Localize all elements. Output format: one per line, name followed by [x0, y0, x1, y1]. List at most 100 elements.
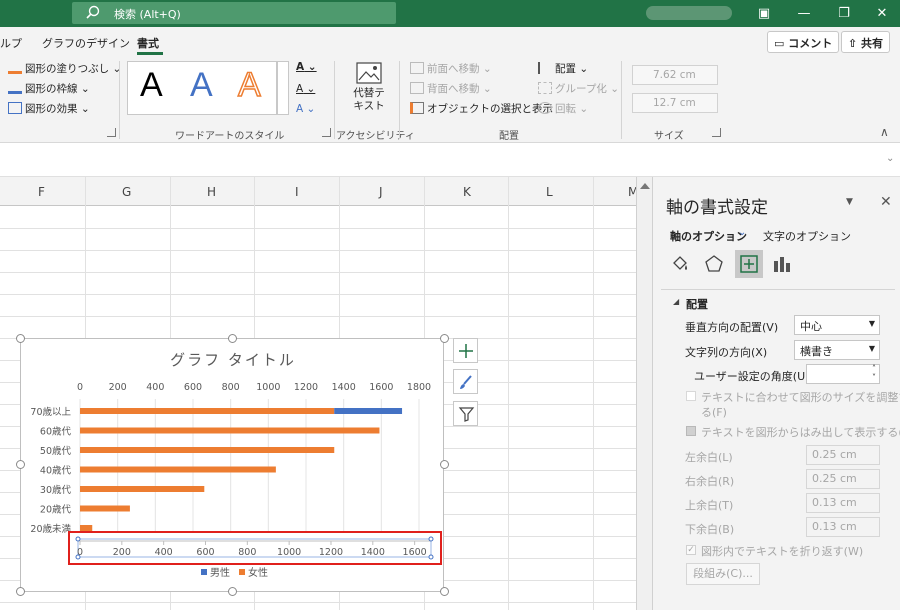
- text-effects-button[interactable]: A ⌄: [296, 103, 315, 115]
- bar-chart[interactable]: グラフ タイトル 0 200 400 600 800 1000 1200 1400 1600 18…: [21, 339, 445, 593]
- bar-female[interactable]: [80, 466, 276, 473]
- bar-female[interactable]: [80, 486, 205, 492]
- margin-right-input[interactable]: 0.25 cm: [806, 469, 880, 489]
- margin-top-input[interactable]: 0.13 cm: [806, 493, 880, 513]
- minimize-button[interactable]: —: [784, 0, 824, 27]
- chart-resize-handle[interactable]: [16, 460, 25, 469]
- legend-swatch[interactable]: [201, 569, 207, 575]
- shape-styles-launcher[interactable]: [107, 128, 116, 137]
- restore-button[interactable]: ❐: [824, 0, 864, 27]
- chart-styles-button[interactable]: [453, 369, 478, 394]
- chart-resize-handle[interactable]: [228, 334, 237, 343]
- top-axis-tick-label[interactable]: 800: [222, 382, 240, 393]
- category-label[interactable]: 30歳代: [40, 484, 72, 496]
- column-header-m[interactable]: M: [628, 185, 636, 199]
- wrap-text-checkbox[interactable]: ✓: [686, 545, 696, 555]
- rotate-button[interactable]: 回転 ⌄: [538, 101, 588, 116]
- shape-outline-button[interactable]: 図形の枠線 ⌄: [8, 81, 90, 96]
- text-direction-select[interactable]: 横書き ▼: [794, 340, 880, 360]
- axis-selection-handle[interactable]: [428, 536, 434, 542]
- axis-selection-handle[interactable]: [428, 554, 434, 560]
- top-axis-tick-label[interactable]: 1600: [369, 382, 393, 393]
- bar-female[interactable]: [80, 525, 93, 531]
- axis-options-bars-icon[interactable]: [771, 253, 793, 275]
- column-header-i[interactable]: I: [295, 185, 299, 199]
- shape-fill-button[interactable]: 図形の塗りつぶし ⌄: [8, 61, 121, 76]
- bottom-axis-tick-label[interactable]: 1200: [319, 547, 343, 558]
- tab-format[interactable]: 書式: [137, 35, 159, 51]
- pane-close-icon[interactable]: ✕: [880, 194, 892, 210]
- align-button[interactable]: 配置 ⌄: [538, 61, 588, 76]
- vertical-scrollbar[interactable]: [636, 177, 652, 610]
- margin-bottom-input[interactable]: 0.13 cm: [806, 517, 880, 537]
- bar-female[interactable]: [80, 505, 130, 512]
- bottom-axis-tick-label[interactable]: 200: [113, 547, 131, 558]
- wordart-launcher[interactable]: [322, 128, 331, 137]
- section-alignment[interactable]: 配置: [686, 296, 708, 312]
- search-box[interactable]: 検索 (Alt+Q): [72, 2, 396, 24]
- fill-line-icon[interactable]: [669, 253, 691, 275]
- tab-help[interactable]: ルプ: [0, 35, 22, 51]
- send-backward-button[interactable]: 背面へ移動 ⌄: [410, 81, 492, 96]
- chart-title[interactable]: グラフ タイトル: [170, 351, 296, 369]
- wordart-style-blue[interactable]: A: [190, 66, 213, 105]
- top-axis-tick-label[interactable]: 1200: [294, 382, 318, 393]
- bottom-axis-tick-label[interactable]: 0: [77, 547, 83, 558]
- size-launcher[interactable]: [712, 128, 721, 137]
- chart-resize-handle[interactable]: [16, 334, 25, 343]
- top-axis-tick-label[interactable]: 0: [77, 382, 83, 393]
- scroll-up-arrow-icon[interactable]: [640, 183, 650, 189]
- chart-resize-handle[interactable]: [16, 587, 25, 596]
- section-collapse-icon[interactable]: ◢: [673, 297, 679, 306]
- resize-shape-checkbox[interactable]: [686, 391, 696, 401]
- chart-resize-handle[interactable]: [440, 460, 449, 469]
- column-header-h[interactable]: H: [207, 185, 216, 199]
- category-label[interactable]: 50歳代: [40, 445, 72, 457]
- comment-button[interactable]: ▭ コメント: [767, 31, 840, 53]
- axis-options-chevron-icon[interactable]: ⌄: [738, 227, 746, 238]
- overflow-text-checkbox[interactable]: [686, 426, 696, 436]
- chart-resize-handle[interactable]: [228, 587, 237, 596]
- ribbon-display-options-button[interactable]: ▣: [744, 0, 784, 27]
- selection-pane-button[interactable]: オブジェクトの選択と表示: [410, 101, 553, 116]
- category-label[interactable]: 40歳代: [40, 465, 72, 477]
- bar-female[interactable]: [80, 427, 380, 434]
- top-axis-tick-label[interactable]: 1800: [407, 382, 431, 393]
- alt-text-button[interactable]: 代替テ キスト: [346, 61, 392, 121]
- column-header-g[interactable]: G: [122, 185, 131, 199]
- text-fill-button[interactable]: A ⌄: [296, 61, 317, 73]
- column-header-f[interactable]: F: [38, 185, 45, 199]
- bar-male[interactable]: [334, 408, 403, 414]
- formula-bar[interactable]: ⌄: [0, 143, 900, 177]
- bottom-axis-tick-label[interactable]: 1400: [361, 547, 385, 558]
- group-button[interactable]: グループ化 ⌄: [538, 81, 619, 96]
- top-axis-tick-label[interactable]: 600: [184, 382, 202, 393]
- bring-forward-button[interactable]: 前面へ移動 ⌄: [410, 61, 492, 76]
- chart-filters-button[interactable]: [453, 401, 478, 426]
- chart-elements-button[interactable]: [453, 338, 478, 363]
- collapse-ribbon-icon[interactable]: ∧: [880, 125, 889, 139]
- shape-effects-button[interactable]: 図形の効果 ⌄: [8, 101, 90, 116]
- legend-entry[interactable]: 女性: [248, 566, 268, 579]
- bottom-axis-tick-label[interactable]: 1600: [403, 547, 427, 558]
- wordart-style-orange-outline[interactable]: A: [237, 65, 261, 105]
- share-button[interactable]: ⇧ 共有: [841, 31, 891, 53]
- columns-button[interactable]: 段組み(C)...: [686, 563, 760, 585]
- top-axis-tick-label[interactable]: 1400: [332, 382, 356, 393]
- margin-left-input[interactable]: 0.25 cm: [806, 445, 880, 465]
- chart-area[interactable]: グラフ タイトル 0 200 400 600 800 1000 1200 1400 1600 18…: [20, 338, 444, 592]
- column-header-l[interactable]: L: [546, 185, 553, 199]
- bottom-axis-tick-label[interactable]: 600: [196, 547, 214, 558]
- legend-entry[interactable]: 男性: [210, 566, 230, 579]
- wordart-gallery[interactable]: A A A: [127, 61, 277, 115]
- size-properties-tab[interactable]: [735, 250, 763, 278]
- height-input[interactable]: 7.62 cm: [632, 65, 718, 85]
- chart-resize-handle[interactable]: [440, 587, 449, 596]
- tab-text-options[interactable]: 文字のオプション: [763, 228, 851, 244]
- column-header-k[interactable]: K: [463, 185, 471, 199]
- account-name-blurred[interactable]: [646, 6, 732, 20]
- axis-selection-handle[interactable]: [75, 536, 81, 542]
- expand-formula-bar-icon[interactable]: ⌄: [886, 153, 894, 164]
- legend-swatch[interactable]: [239, 569, 245, 575]
- top-axis-tick-label[interactable]: 1000: [256, 382, 280, 393]
